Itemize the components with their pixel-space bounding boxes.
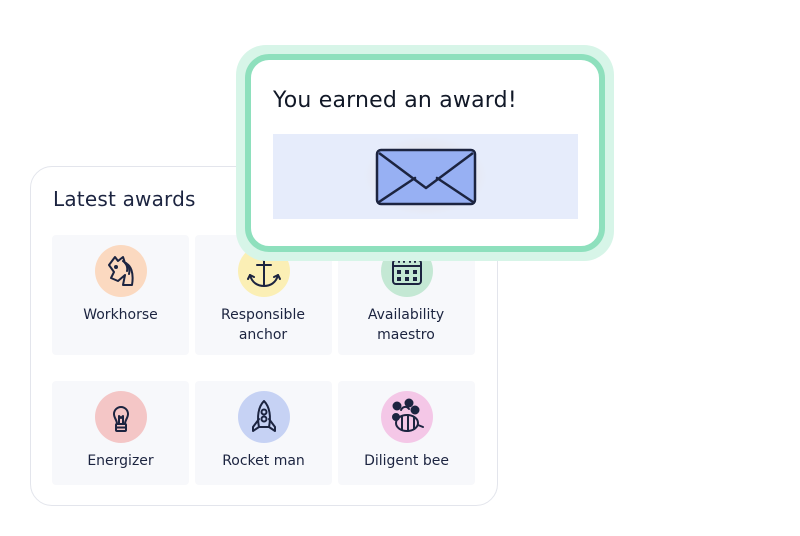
lightbulb-icon (95, 391, 147, 443)
bee-icon (381, 391, 433, 443)
envelope-icon[interactable] (375, 148, 477, 206)
award-label-responsible-anchor: Responsible anchor (221, 307, 305, 343)
latest-awards-title: Latest awards (53, 187, 196, 211)
award-tile-workhorse[interactable]: Workhorse (52, 235, 189, 355)
rocket-icon (238, 391, 290, 443)
award-modal-panel: You earned an award! (245, 54, 605, 252)
award-tile-rocket-man[interactable]: Rocket man (195, 381, 332, 485)
award-modal: You earned an award! (236, 45, 614, 261)
award-tile-energizer[interactable]: Energizer (52, 381, 189, 485)
award-tile-diligent-bee[interactable]: Diligent bee (338, 381, 475, 485)
award-modal-title: You earned an award! (273, 88, 517, 113)
award-label-diligent-bee: Diligent bee (364, 453, 449, 469)
horse-icon (95, 245, 147, 297)
award-label-workhorse: Workhorse (83, 307, 158, 323)
award-label-energizer: Energizer (87, 453, 154, 469)
award-label-rocket-man: Rocket man (222, 453, 305, 469)
envelope-panel[interactable] (273, 134, 578, 219)
award-label-availability-maestro: Availability maestro (367, 307, 445, 343)
